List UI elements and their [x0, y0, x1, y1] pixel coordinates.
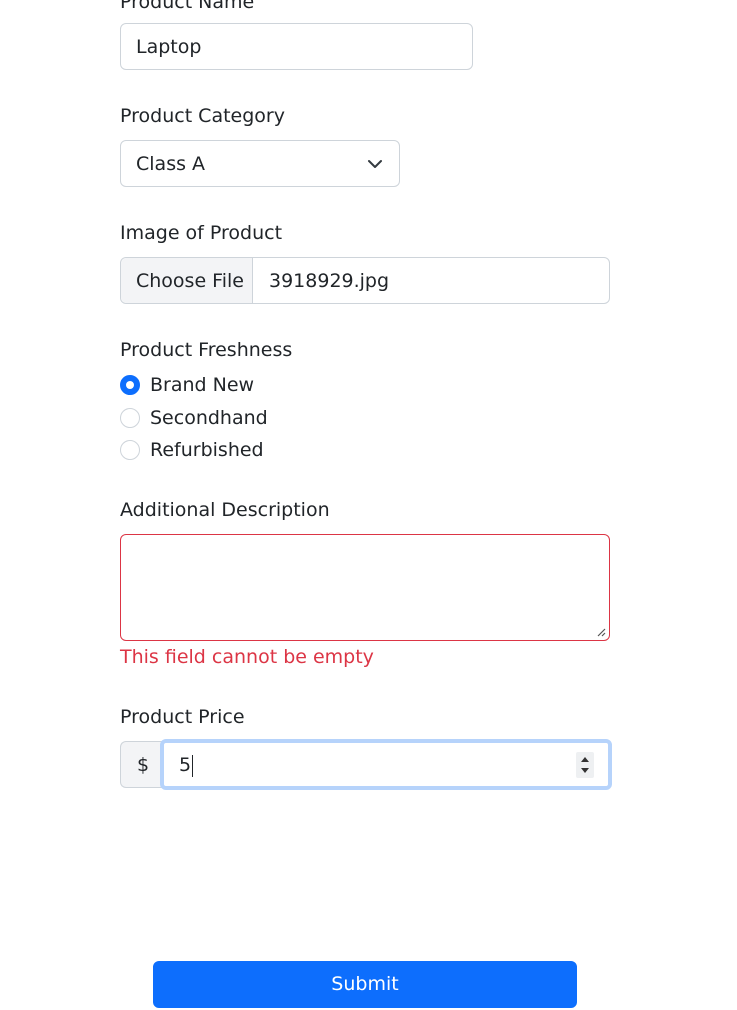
- number-spinner[interactable]: [576, 752, 594, 778]
- radio-refurbished-label: Refurbished: [150, 439, 264, 461]
- product-price-input[interactable]: 5: [160, 739, 612, 790]
- product-name-label: Product Name: [120, 0, 255, 13]
- product-freshness-label: Product Freshness: [120, 339, 293, 361]
- product-category-selected: Class A: [136, 152, 206, 175]
- product-image-file-input[interactable]: Choose File 3918929.jpg: [120, 257, 610, 304]
- product-category-select[interactable]: Class A: [120, 140, 400, 187]
- description-error-message: This field cannot be empty: [120, 646, 374, 668]
- text-caret: [192, 755, 193, 777]
- currency-addon: $: [120, 741, 164, 788]
- product-name-value: Laptop: [136, 35, 202, 58]
- product-price-value: 5: [179, 753, 192, 776]
- product-name-input[interactable]: Laptop: [120, 23, 473, 70]
- radio-secondhand[interactable]: [120, 408, 140, 428]
- submit-button[interactable]: Submit: [153, 961, 577, 1008]
- additional-description-label: Additional Description: [120, 499, 330, 521]
- radio-secondhand-label: Secondhand: [150, 407, 268, 429]
- choose-file-label: Choose File: [136, 269, 244, 292]
- radio-brand-new-label: Brand New: [150, 374, 255, 396]
- product-category-label: Product Category: [120, 105, 285, 127]
- chevron-down-icon: [368, 159, 382, 168]
- choose-file-button[interactable]: Choose File: [121, 258, 253, 303]
- currency-symbol: $: [137, 753, 150, 776]
- product-price-label: Product Price: [120, 706, 245, 728]
- radio-brand-new[interactable]: [120, 375, 140, 395]
- file-name-text: 3918929.jpg: [269, 269, 390, 292]
- product-form: Product Name Laptop Product Category Cla…: [0, 0, 737, 1010]
- additional-description-textarea[interactable]: [120, 534, 610, 641]
- resize-handle-icon[interactable]: [596, 627, 606, 637]
- radio-refurbished[interactable]: [120, 440, 140, 460]
- product-image-label: Image of Product: [120, 222, 283, 244]
- spinner-down-icon[interactable]: [580, 767, 590, 775]
- spinner-up-icon[interactable]: [580, 755, 590, 763]
